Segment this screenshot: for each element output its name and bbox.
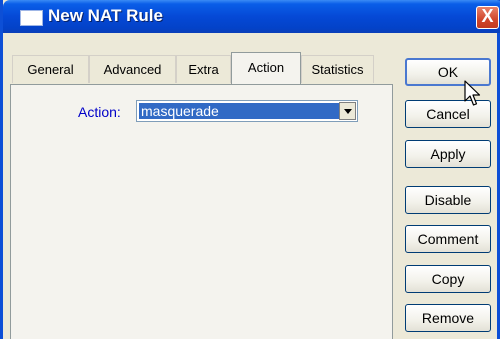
copy-button[interactable]: Copy — [405, 265, 491, 293]
comment-button[interactable]: Comment — [405, 225, 491, 253]
window-icon — [20, 10, 43, 26]
tab-extra[interactable]: Extra — [176, 55, 231, 83]
action-select-value: masquerade — [139, 103, 339, 119]
tab-panel-action — [10, 84, 393, 339]
tab-action[interactable]: Action — [231, 52, 301, 84]
window-title: New NAT Rule — [48, 6, 163, 25]
mouse-cursor-icon — [464, 80, 481, 106]
action-label: Action: — [78, 104, 121, 120]
tab-general[interactable]: General — [12, 55, 89, 83]
tab-statistics[interactable]: Statistics — [301, 55, 374, 83]
chevron-down-icon[interactable] — [339, 102, 356, 120]
remove-button[interactable]: Remove — [405, 304, 491, 332]
tab-advanced[interactable]: Advanced — [89, 55, 176, 83]
apply-button[interactable]: Apply — [405, 140, 491, 168]
disable-button[interactable]: Disable — [405, 186, 491, 214]
title-bar[interactable]: New NAT Rule X — [3, 0, 500, 33]
close-button[interactable]: X — [476, 6, 499, 29]
action-select[interactable]: masquerade — [136, 100, 358, 122]
